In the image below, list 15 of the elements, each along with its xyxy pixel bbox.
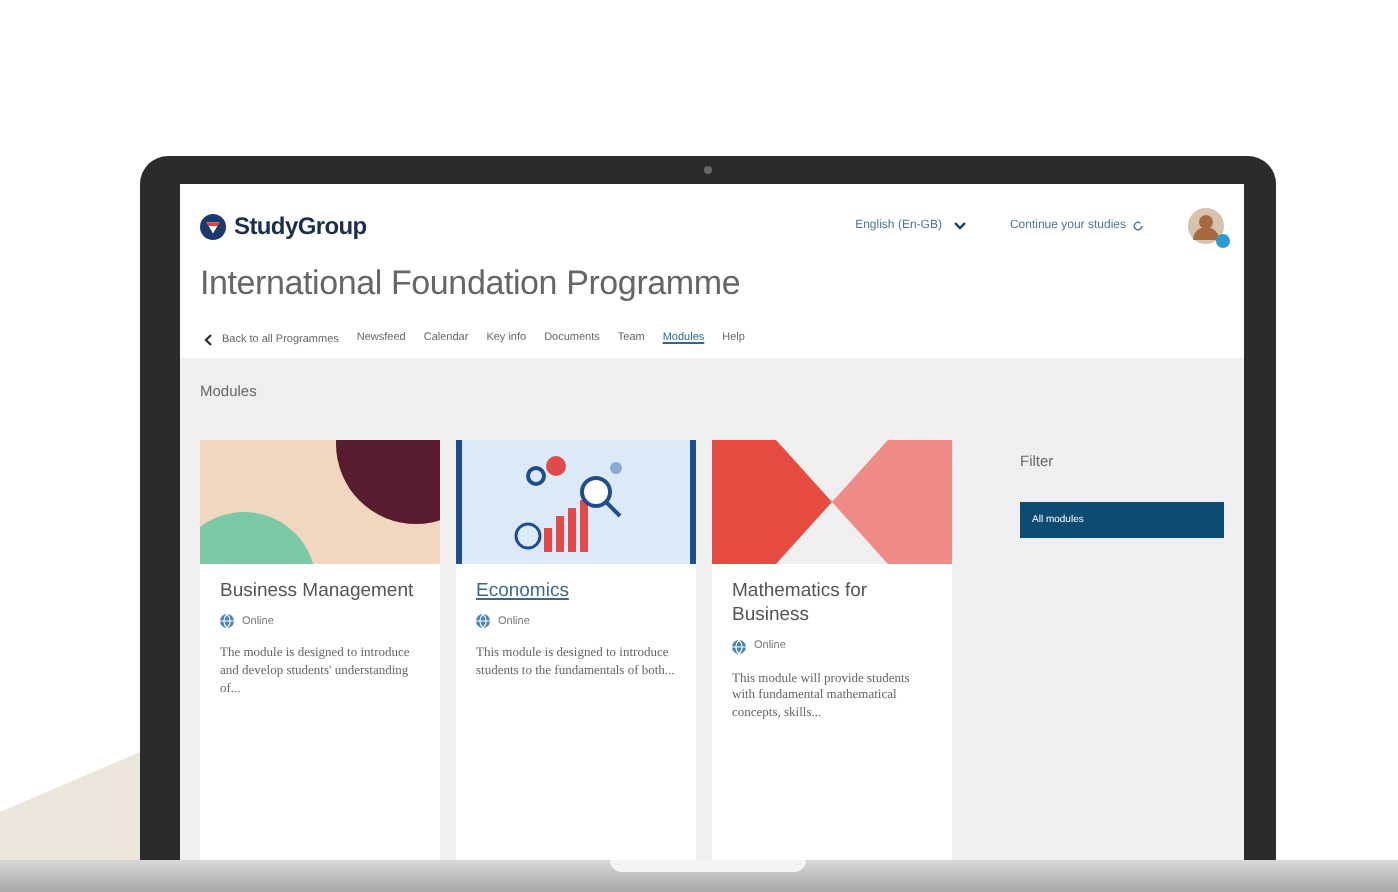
avatar-icon[interactable] bbox=[1188, 208, 1224, 244]
brand-name: StudyGroup bbox=[234, 212, 367, 240]
refresh-icon bbox=[1132, 220, 1144, 232]
programme-title: International Foundation Programme bbox=[200, 264, 743, 304]
globe-icon bbox=[220, 614, 234, 629]
globe-icon bbox=[476, 614, 490, 629]
module-title: Business Management bbox=[220, 580, 416, 605]
chevron-down-icon bbox=[953, 222, 966, 230]
chevron-left-icon bbox=[204, 333, 212, 345]
notification-badge bbox=[1216, 234, 1230, 248]
globe-icon bbox=[732, 639, 746, 654]
module-title: Mathematics for Business bbox=[732, 580, 870, 630]
module-title[interactable]: Economics bbox=[476, 580, 676, 605]
logo-icon bbox=[200, 213, 226, 239]
camera-icon bbox=[704, 166, 712, 174]
